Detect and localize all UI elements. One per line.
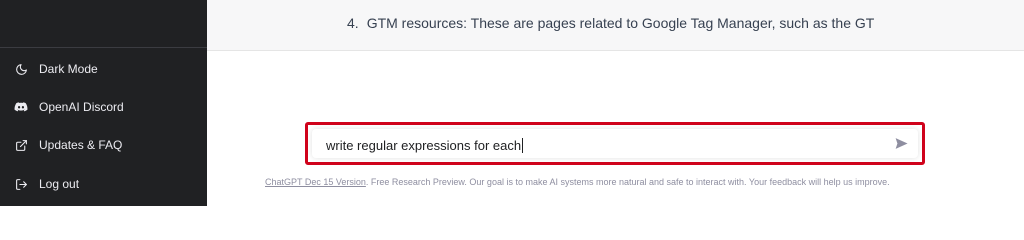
version-link[interactable]: ChatGPT Dec 15 Version xyxy=(265,177,366,187)
sidebar-item-label: Updates & FAQ xyxy=(39,138,123,152)
sidebar-item-label: Log out xyxy=(39,177,80,191)
sidebar-divider xyxy=(0,47,207,48)
list-item-number: 4. xyxy=(347,15,359,31)
main-content: 4. GTM resources: These are pages related… xyxy=(207,0,1024,206)
footer-note-text: . Free Research Preview. Our goal is to … xyxy=(365,177,890,187)
prompt-highlight-frame: write regular expressions for each xyxy=(305,122,925,165)
moon-icon xyxy=(14,62,28,76)
response-list-item: 4. GTM resources: These are pages related… xyxy=(347,15,874,31)
prompt-input[interactable]: write regular expressions for each xyxy=(312,129,918,158)
logout-icon xyxy=(14,177,28,191)
prompt-input-value: write regular expressions for each xyxy=(326,138,522,153)
sidebar-item-openai-discord[interactable]: OpenAI Discord xyxy=(6,92,200,122)
send-button[interactable] xyxy=(892,137,910,155)
sidebar-item-dark-mode[interactable]: Dark Mode xyxy=(6,54,200,84)
external-link-icon xyxy=(14,138,28,152)
sidebar: Dark Mode OpenAI Discord Updates & FAQ L… xyxy=(0,0,207,206)
assistant-response: 4. GTM resources: These are pages related… xyxy=(207,0,1024,51)
text-caret xyxy=(522,138,524,153)
list-item-text: GTM resources: These are pages related t… xyxy=(366,15,875,31)
sidebar-item-label: OpenAI Discord xyxy=(39,100,124,114)
chatgpt-app: Dark Mode OpenAI Discord Updates & FAQ L… xyxy=(0,0,1024,206)
footer-disclaimer: ChatGPT Dec 15 Version. Free Research Pr… xyxy=(265,177,890,187)
discord-icon xyxy=(14,100,28,114)
sidebar-item-updates-faq[interactable]: Updates & FAQ xyxy=(6,130,200,160)
sidebar-item-log-out[interactable]: Log out xyxy=(6,169,200,199)
sidebar-item-label: Dark Mode xyxy=(39,62,98,76)
send-icon xyxy=(895,137,908,155)
